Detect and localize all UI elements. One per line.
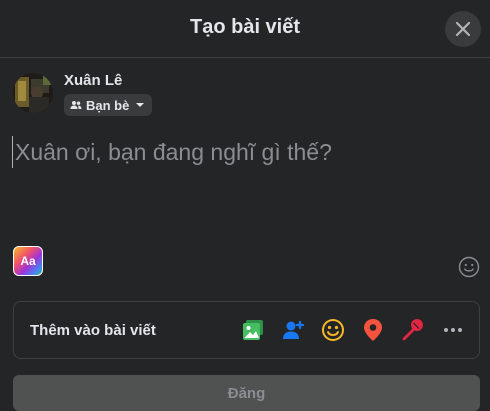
check-in-button[interactable] <box>359 316 387 344</box>
friends-icon <box>70 101 82 109</box>
add-to-post-bar: Thêm vào bài viết <box>13 301 480 359</box>
feeling-activity-button[interactable] <box>319 316 347 344</box>
photo-video-icon <box>243 320 263 340</box>
user-name: Xuân Lê <box>64 72 123 89</box>
audience-label: Bạn bè <box>86 97 130 113</box>
feeling-activity-icon <box>322 319 344 341</box>
live-video-icon <box>402 319 423 341</box>
add-to-post-label: Thêm vào bài viết <box>30 322 156 339</box>
more-options-button[interactable] <box>439 316 467 344</box>
live-video-button[interactable] <box>399 316 427 344</box>
smiley-outline-icon <box>458 256 480 278</box>
photo-video-button[interactable] <box>239 316 267 344</box>
tag-people-icon <box>283 320 305 339</box>
close-icon <box>455 21 471 37</box>
caret-down-icon <box>136 103 145 107</box>
dialog-header: Tạo bài viết <box>0 0 490 58</box>
more-icon <box>444 328 462 332</box>
close-button[interactable] <box>445 11 481 47</box>
text-background-button[interactable]: Aa <box>13 246 43 276</box>
emoji-picker-button[interactable] <box>458 256 480 278</box>
avatar-image <box>13 73 53 113</box>
tag-people-button[interactable] <box>279 316 307 344</box>
audience-selector[interactable]: Bạn bè <box>64 94 152 116</box>
avatar[interactable] <box>13 73 53 113</box>
post-text-input[interactable]: Xuân ơi, bạn đang nghĩ gì thế? <box>12 136 455 168</box>
dialog-title: Tạo bài viết <box>189 16 301 38</box>
post-button[interactable]: Đăng <box>13 375 480 411</box>
check-in-icon <box>364 319 382 341</box>
